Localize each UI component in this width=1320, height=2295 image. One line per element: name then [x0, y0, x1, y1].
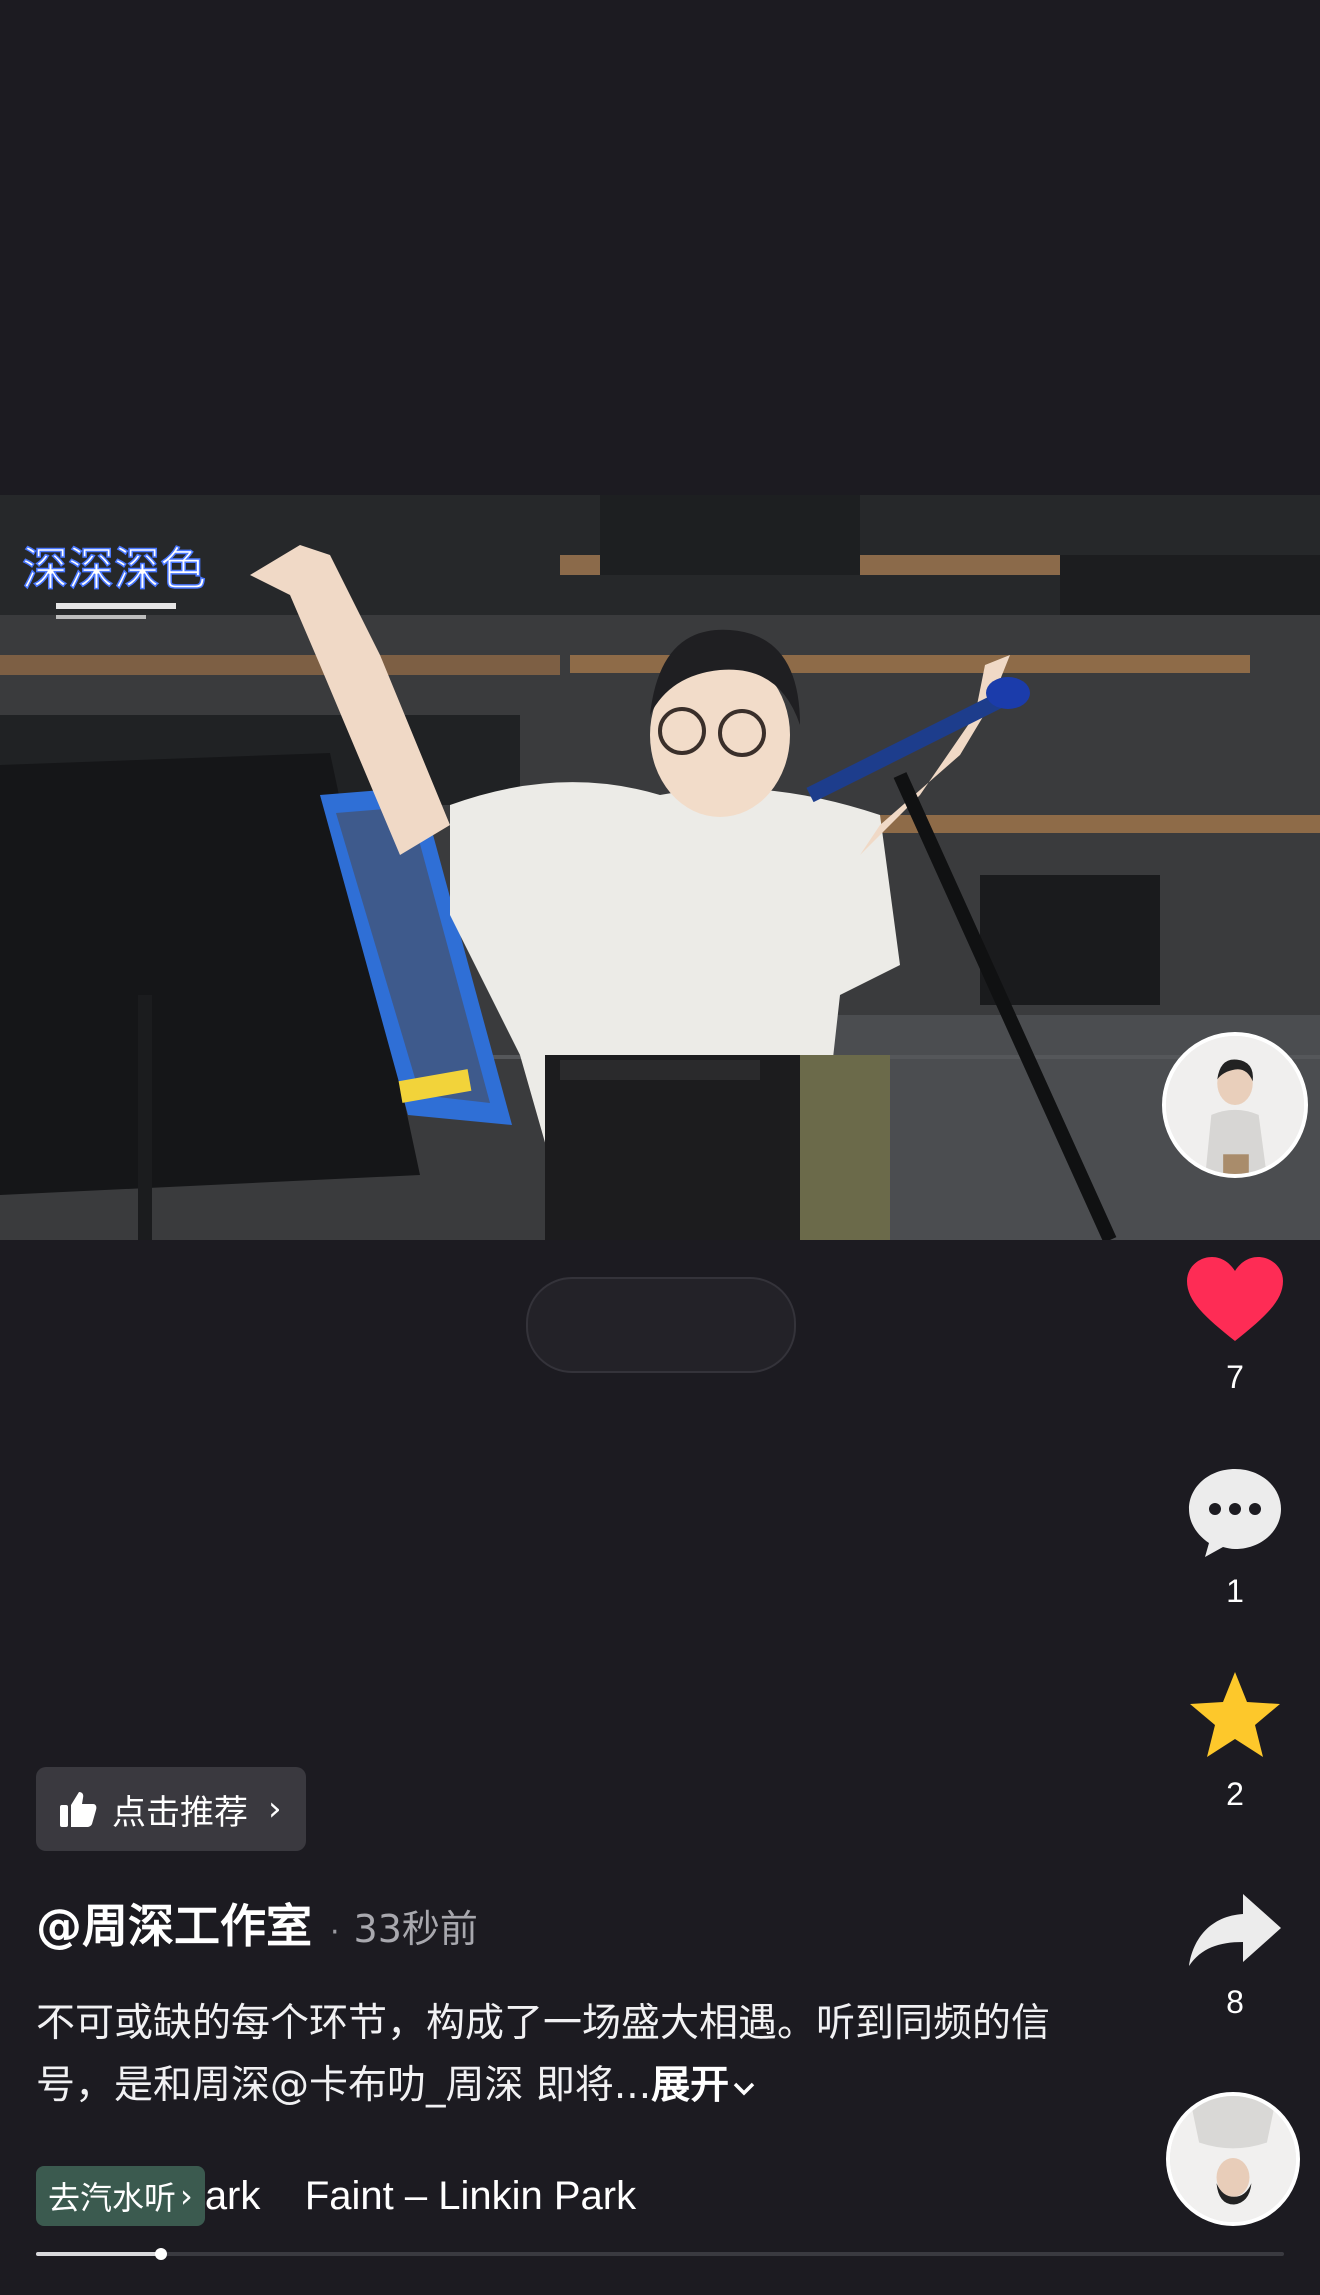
share-action[interactable]: 8 — [1170, 1890, 1300, 2021]
author-name[interactable]: @周深工作室 — [36, 1890, 312, 1956]
creator-avatar[interactable] — [1162, 1032, 1308, 1178]
chevron-down-icon — [733, 2082, 755, 2096]
progress-knob[interactable] — [154, 2248, 167, 2260]
post-meta: @周深工作室 · 33秒前 — [36, 1890, 478, 1956]
open-qishui-button[interactable]: 去汽水听 › — [36, 2166, 205, 2226]
recommend-button[interactable]: 点击推荐 › — [36, 1767, 306, 1851]
heart-icon[interactable] — [1185, 1255, 1285, 1345]
like-count: 7 — [1226, 1359, 1244, 1395]
watermark-logo: 深深深色 — [22, 542, 206, 596]
post-time: 33秒前 — [353, 1907, 478, 1951]
share-icon[interactable] — [1185, 1890, 1285, 1970]
post-description[interactable]: 不可或缺的每个环节，构成了一场盛大相遇。听到同频的信号，是和周深@卡布叻_周深 … — [36, 1993, 1116, 2117]
playback-progress[interactable] — [36, 2248, 1284, 2260]
favorite-action[interactable]: 2 — [1170, 1668, 1300, 1813]
video-subtitle-pill[interactable] — [526, 1277, 796, 1373]
comment-count: 1 — [1226, 1573, 1244, 1609]
expand-label: 展开 — [651, 2063, 730, 2108]
video-player[interactable]: 深深深色 — [0, 495, 1320, 1240]
description-text: 不可或缺的每个环节，构成了一场盛大相遇。听到同频的信号，是和周深@卡布叻_周深 … — [36, 2001, 1051, 2108]
comment-action[interactable]: 1 — [1170, 1465, 1300, 1610]
music-track-title: ark Faint – Linkin Park — [204, 2173, 637, 2218]
like-action[interactable]: 7 — [1170, 1255, 1300, 1396]
comment-icon[interactable] — [1185, 1465, 1285, 1559]
star-icon[interactable] — [1185, 1668, 1285, 1762]
recommend-label: 点击推荐 — [112, 1792, 248, 1833]
progress-fill — [36, 2252, 161, 2256]
meta-separator: · — [330, 1915, 340, 1950]
chevron-right-icon: › — [180, 2177, 193, 2215]
music-disc-image — [1170, 2096, 1296, 2222]
expand-button[interactable]: 展开 — [651, 2063, 757, 2108]
favorite-count: 2 — [1226, 1776, 1244, 1812]
music-row[interactable]: 去汽水听 › ark Faint – Linkin Park — [36, 2164, 1136, 2228]
chevron-right-icon: › — [268, 1789, 282, 1829]
avatar-image — [1166, 1036, 1304, 1174]
video-frame-image: 深深深色 — [0, 495, 1320, 1240]
video-feed-screen: 深深深色 7 1 2 8 点击推荐 › @周深工作室 · 33秒前 不可或缺的每… — [0, 0, 1320, 2295]
music-disc-avatar[interactable] — [1166, 2092, 1300, 2226]
share-count: 8 — [1226, 1984, 1244, 2020]
qishui-label: 去汽水听 — [48, 2179, 177, 2217]
thumbs-up-icon — [60, 1792, 97, 1827]
